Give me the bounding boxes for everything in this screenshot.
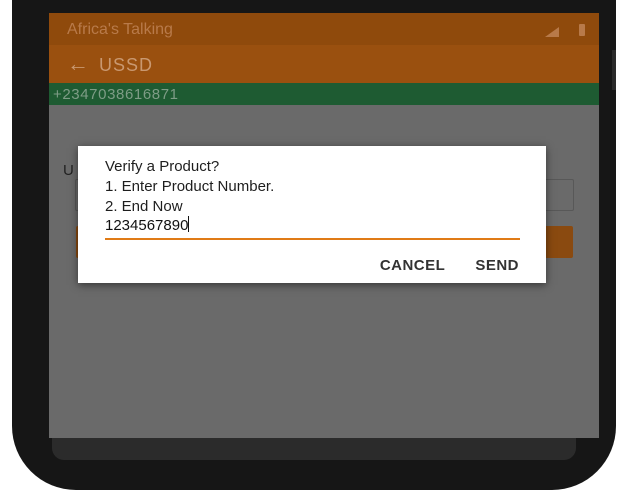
app-bar-title: USSD bbox=[99, 55, 154, 75]
dialog-message-line: 1. Enter Product Number. bbox=[105, 178, 275, 195]
dialog-message: Verify a Product? 1. Enter Product Numbe… bbox=[105, 157, 274, 217]
phone-side-button bbox=[612, 50, 616, 90]
status-bar: Africa's Talking bbox=[49, 13, 599, 45]
background-form-label: U bbox=[63, 162, 74, 179]
dialog-actions: CANCEL SEND bbox=[380, 257, 519, 274]
phone-number-strip: +2347038616871 bbox=[49, 83, 599, 105]
app-bar: ← USSD bbox=[49, 45, 599, 83]
back-arrow-icon[interactable]: ← bbox=[67, 53, 89, 75]
phone-number: +2347038616871 bbox=[53, 86, 179, 103]
signal-icon bbox=[545, 27, 559, 37]
text-cursor bbox=[188, 216, 190, 232]
phone-bottom-bezel bbox=[52, 438, 576, 460]
dialog-message-line: Verify a Product? bbox=[105, 158, 220, 175]
dialog-input-value: 1234567890 bbox=[105, 217, 189, 234]
status-app-name: Africa's Talking bbox=[67, 21, 173, 38]
battery-icon bbox=[579, 24, 585, 36]
dialog-input-value-wrap: 1234567890 bbox=[105, 216, 190, 236]
dialog-response-input[interactable]: 1234567890 bbox=[105, 216, 520, 240]
send-button[interactable]: SEND bbox=[475, 257, 519, 274]
ussd-dialog: Verify a Product? 1. Enter Product Numbe… bbox=[78, 146, 546, 283]
cancel-button[interactable]: CANCEL bbox=[380, 257, 446, 274]
dialog-message-line: 2. End Now bbox=[105, 198, 183, 215]
